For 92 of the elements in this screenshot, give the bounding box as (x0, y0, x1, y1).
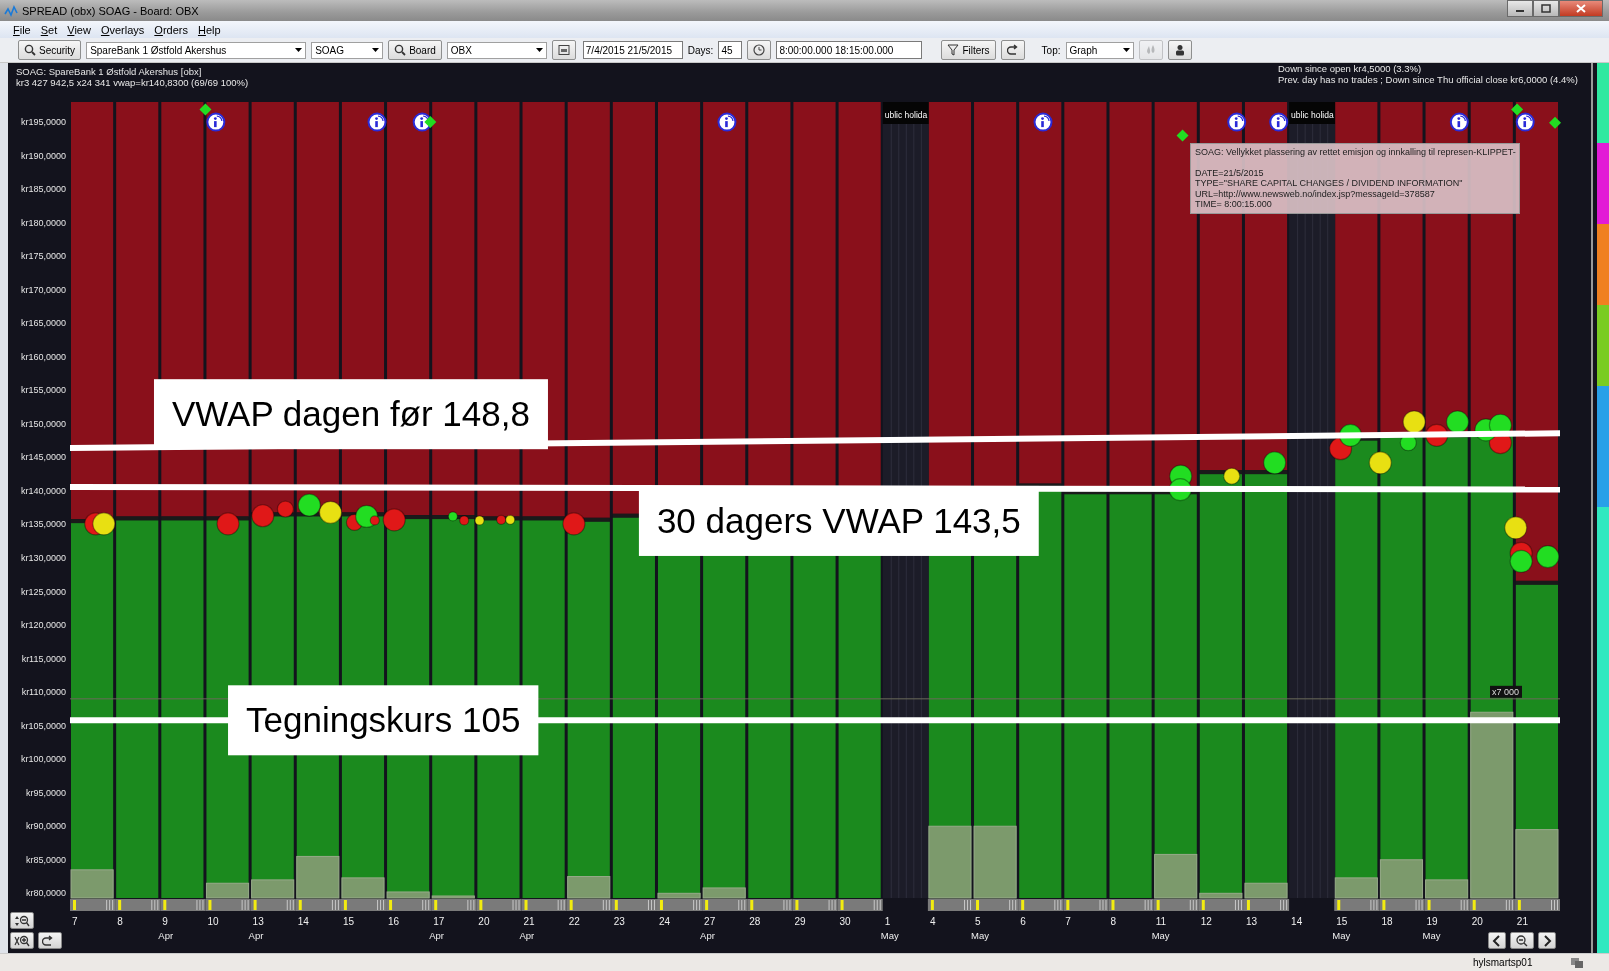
axis-label: 21 Apr (519, 916, 535, 942)
axis-label: 21 (1516, 916, 1528, 928)
axis-label: 14 (1291, 916, 1303, 928)
axis-label: kr85,0000 (25, 855, 66, 866)
axis-label: kr170,0000 (20, 285, 66, 296)
axis-label: kr80,0000 (25, 888, 66, 899)
axis-label: 5 May (971, 916, 989, 942)
status-text: hylsmartsp01 (1473, 957, 1533, 969)
axis-label: 23 (613, 916, 625, 928)
axis-label: 29 (794, 916, 806, 928)
filters-button[interactable]: Filters (941, 40, 996, 61)
axis-label: 30 (839, 916, 851, 928)
axis-label: kr100,0000 (20, 754, 66, 765)
axis-label: 14 (297, 916, 309, 928)
dropdown[interactable]: Graph (1065, 41, 1134, 59)
info-text: Down since open kr4,5000 (3.3%) (1278, 63, 1423, 75)
axis-label: kr165,0000 (20, 318, 66, 329)
input-field[interactable]: 7/4/2015 21/5/2015 (582, 41, 683, 60)
window-title: SPREAD (obx) SOAG - Board: OBX (22, 4, 199, 17)
axis-label: kr175,0000 (20, 251, 66, 262)
axis-label: kr185,0000 (20, 184, 66, 195)
axis-label: kr195,0000 (20, 117, 66, 128)
axis-label: 7 (1065, 916, 1071, 928)
info-text: Prev. day has no trades ; Down since Thu official close kr6,0000 (4.4%) (1278, 74, 1578, 86)
axis-label: 24 (658, 916, 671, 928)
axis-label: kr155,0000 (20, 385, 66, 396)
axis-label: 15 May (1332, 916, 1351, 942)
axis-label: 27 Apr (700, 916, 716, 942)
axis-label: kr120,0000 (20, 620, 66, 631)
axis-label: kr150,0000 (20, 419, 66, 430)
axis-label: 22 (568, 916, 580, 928)
menu-item[interactable]: Orders (149, 23, 193, 36)
axis-label: 18 (1381, 916, 1393, 928)
axis-label: 12 (1200, 916, 1212, 928)
axis-label: kr190,0000 (20, 151, 66, 162)
axis-label: 16 (388, 916, 400, 928)
annotation-label: Tegningskurs 105 (228, 685, 539, 756)
axis-label: kr135,0000 (20, 519, 66, 530)
axis-label: kr90,0000 (25, 821, 66, 832)
tooltip-text: TIME= 8:00:15.000 (1195, 199, 1273, 210)
search-button[interactable]: Security (18, 40, 82, 61)
axis-label: kr130,0000 (20, 553, 66, 564)
menu-item[interactable]: File (8, 23, 36, 36)
axis-label: 17 Apr (429, 916, 445, 942)
search-button[interactable]: Board (388, 40, 442, 61)
menu-item[interactable]: Help (192, 23, 226, 36)
axis-label: 28 (749, 916, 761, 928)
annotation-label: VWAP dagen før 148,8 (154, 379, 548, 450)
axis-label: 8 (1110, 916, 1117, 928)
menu-item[interactable]: Set (35, 23, 63, 36)
axis-label: 6 (1020, 916, 1026, 928)
holiday-label: ublic holida (1289, 102, 1336, 125)
axis-label: 8 (117, 916, 123, 928)
axis-label: 13 Apr (248, 916, 264, 942)
axis-label: kr160,0000 (20, 352, 66, 363)
info-text: kr3 427 942,5 x24 341 vwap=kr140,8300 (69/69 100%) (16, 77, 249, 89)
holiday-label: ublic holida (882, 102, 929, 125)
axis-label: kr115,0000 (21, 654, 66, 664)
info-text: SOAG: SpareBank 1 Østfold Akershus [obx] (16, 66, 203, 78)
dropdown[interactable]: SpareBank 1 Østfold Akershus (86, 41, 307, 59)
menu-item[interactable]: Overlays (95, 23, 150, 36)
axis-label: kr110,0000 (21, 687, 66, 698)
tooltip-text: TYPE="SHARE CAPITAL CHANGES / DIVIDEND INFORMATION" (1195, 178, 1464, 189)
annotation-label: 30 dagers VWAP 143,5 (638, 486, 1039, 557)
axis-label: 10 (207, 916, 219, 928)
tooltip-text: URL=http://www.newsweb.no/index.jsp?messageId=378587 (1195, 188, 1436, 200)
axis-label: kr125,0000 (20, 586, 66, 597)
tooltip-text: SOAG: Vellykket plassering av rettet emisjon og innkalling til represen-KLIPPET- (1195, 147, 1515, 158)
axis-label: kr180,0000 (20, 218, 66, 229)
tooltip-text: DATE=21/5/2015 (1195, 167, 1265, 179)
axis-label: kr145,0000 (20, 452, 66, 463)
dropdown[interactable]: SOAG (311, 41, 384, 59)
axis-label: 20 (478, 916, 490, 928)
axis-label: kr105,0000 (20, 721, 66, 732)
input-field[interactable]: 45 (718, 41, 743, 60)
axis-label: kr95,0000 (25, 788, 66, 799)
axis-label: kr140,0000 (20, 486, 66, 497)
field-label: Top: (1041, 44, 1061, 56)
dropdown[interactable]: OBX (446, 41, 547, 59)
axis-label: 7 (72, 916, 78, 928)
scale-label: x7 000 (1490, 686, 1522, 699)
input-field[interactable]: 8:00:00.000 18:15:00.000 (776, 41, 923, 60)
axis-label: 15 (342, 916, 355, 928)
axis-label: 13 (1245, 916, 1258, 928)
menu-item[interactable]: View (62, 23, 96, 36)
axis-label: 1 May (880, 916, 899, 942)
axis-label: 19 May (1422, 916, 1441, 942)
axis-label: 9 Apr (158, 916, 174, 942)
axis-label: 4 (929, 916, 936, 928)
field-label: Days: (687, 44, 714, 56)
axis-label: 11 May (1151, 916, 1170, 942)
axis-label: 20 (1471, 916, 1483, 928)
